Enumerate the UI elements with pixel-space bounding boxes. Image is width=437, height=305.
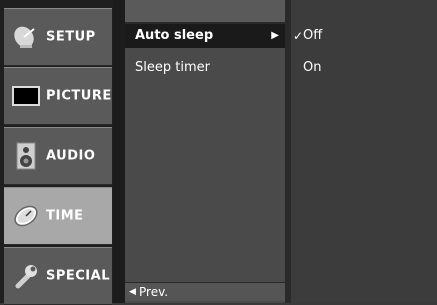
submenu-header-bar [125, 0, 285, 24]
tab-time-label: TIME [46, 208, 84, 224]
tv-screen-icon [12, 82, 40, 110]
tab-audio[interactable]: AUDIO [4, 127, 112, 185]
tab-setup-label: SETUP [46, 29, 96, 45]
satellite-dish-icon [12, 23, 40, 51]
option-label: On [303, 60, 322, 75]
tab-picture[interactable]: PICTURE [4, 67, 112, 125]
time-submenu: Auto sleep ▶ Sleep timer ◀ Prev. [125, 0, 285, 303]
prev-label: Prev. [139, 285, 169, 299]
submenu-item-label: Auto sleep [135, 28, 214, 43]
speaker-icon [12, 142, 40, 170]
tab-time[interactable]: TIME [4, 187, 112, 245]
divider [113, 0, 125, 303]
submenu-item-auto-sleep[interactable]: Auto sleep ▶ [125, 24, 285, 48]
submenu-item-label: Sleep timer [135, 60, 210, 75]
prev-button[interactable]: ◀ Prev. [125, 282, 285, 301]
option-on[interactable]: On [291, 56, 437, 80]
tab-picture-label: PICTURE [46, 88, 112, 104]
auto-sleep-options: ✓ Off On [291, 0, 437, 303]
option-label: Off [303, 28, 323, 43]
left-arrow-icon: ◀ [129, 287, 136, 297]
right-arrow-icon: ▶ [271, 30, 279, 41]
menu-tabs: SETUP PICTURE AUDIO TIME SPECIAL [0, 0, 113, 305]
submenu-item-sleep-timer[interactable]: Sleep timer [125, 56, 285, 80]
check-icon: ✓ [293, 29, 304, 43]
tab-audio-label: AUDIO [46, 148, 96, 164]
tab-special[interactable]: SPECIAL [4, 247, 112, 305]
clock-icon [12, 202, 40, 230]
wrench-icon [12, 262, 40, 290]
tab-setup[interactable]: SETUP [4, 8, 112, 66]
option-off[interactable]: ✓ Off [291, 24, 437, 48]
tab-special-label: SPECIAL [46, 268, 110, 284]
